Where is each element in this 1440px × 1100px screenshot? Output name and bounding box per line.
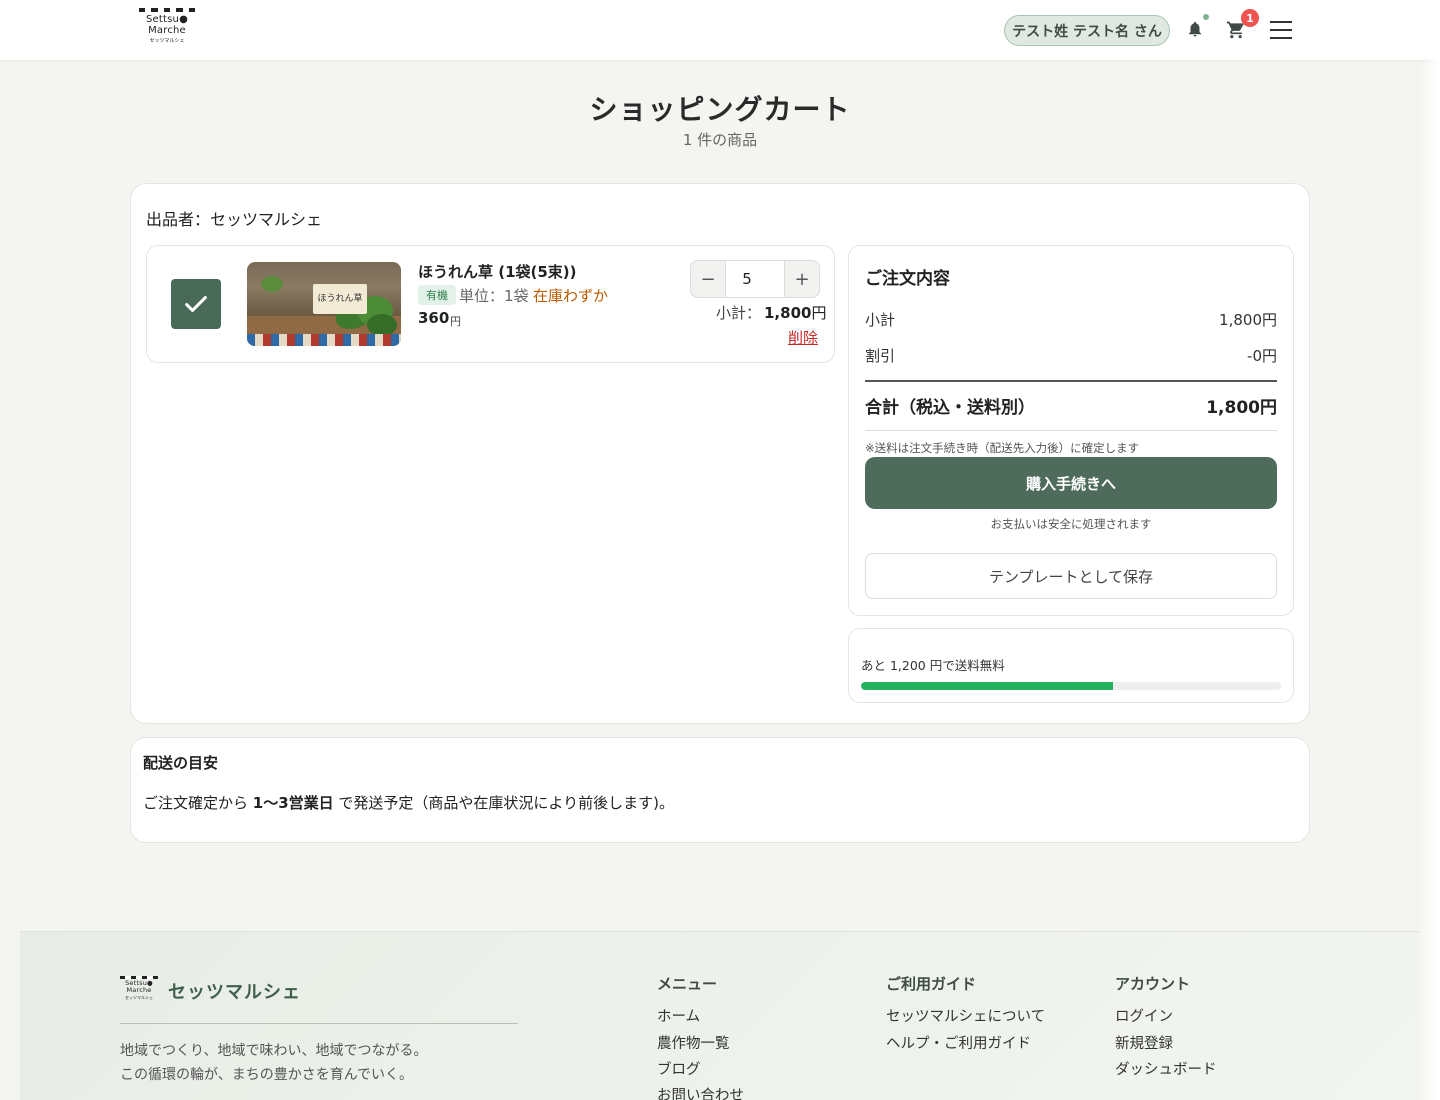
footer-link-dashboard[interactable]: ダッシュボード: [1115, 1058, 1217, 1079]
hamburger-menu-icon[interactable]: [1270, 21, 1292, 39]
shipping-note: ※送料は注文手続き時（配送先入力後）に確定します: [865, 441, 1140, 455]
footer-link-home[interactable]: ホーム: [657, 1005, 700, 1026]
product-thumbnail[interactable]: ほうれん草: [247, 262, 401, 346]
low-stock-label: 在庫わずか: [533, 287, 609, 305]
page-title: ショッピングカート: [589, 93, 851, 126]
logo-line2: Marche: [148, 25, 186, 36]
item-select-checkbox[interactable]: [171, 279, 221, 329]
delivery-title: 配送の目安: [143, 754, 219, 772]
summary-divider-light: [865, 430, 1277, 431]
logo-awning: [139, 8, 195, 12]
footer-link-contact[interactable]: お問い合わせ: [657, 1084, 744, 1100]
footer-brand: セッツマルシェ: [168, 982, 301, 1003]
footer-logo-line2: Marche: [126, 986, 152, 994]
footer-tagline-line1: 地域でつくり、地域で味わい、地域でつながる。: [120, 1043, 428, 1059]
free-shipping-text: あと 1,200 円で送料無料: [861, 658, 1005, 673]
logo-line1: Settsu●: [145, 14, 188, 25]
bell-icon[interactable]: [1186, 20, 1204, 38]
item-price-unit: 円: [450, 315, 461, 328]
summary-total-value: 1,800円: [1206, 398, 1277, 418]
free-shipping-progress: [861, 682, 1281, 690]
item-unit: 単位：1袋: [459, 287, 529, 305]
footer-link-crops[interactable]: 農作物一覧: [657, 1032, 730, 1053]
site-header: Settsu● Marche セッツマルシェ テスト姓 テスト名 さん 1: [0, 0, 1440, 60]
item-subtotal-unit: 円: [811, 304, 827, 322]
delete-item-link[interactable]: 削除: [788, 327, 818, 348]
order-summary-title: ご注文内容: [865, 269, 950, 289]
footer-logo[interactable]: Settsu● Marche セッツマルシェ: [120, 976, 158, 1002]
notification-dot: [1203, 14, 1209, 20]
footer-menu-title: メニュー: [657, 975, 718, 993]
summary-discount-label: 割引: [865, 347, 896, 365]
item-name[interactable]: ほうれん草 (1袋(5束)): [418, 261, 577, 282]
quantity-decrease-button[interactable]: −: [690, 260, 726, 298]
summary-subtotal-value: 1,800円: [1219, 311, 1277, 329]
footer-divider: [120, 1023, 518, 1024]
delivery-days: 1〜3営業日: [252, 794, 334, 812]
thumb-sign: ほうれん草: [313, 284, 367, 314]
summary-subtotal-label: 小計: [865, 311, 896, 329]
item-subtotal-value: 1,800: [764, 304, 812, 322]
footer-link-about[interactable]: セッツマルシェについて: [886, 1005, 1045, 1026]
thumb-leaf: [367, 314, 397, 336]
thumb-cloth: [247, 334, 401, 346]
summary-total-label: 合計（税込・送料別）: [865, 398, 1035, 418]
summary-divider: [865, 380, 1277, 382]
item-price: 360: [418, 309, 450, 327]
save-template-button[interactable]: テンプレートとして保存: [865, 553, 1277, 599]
footer-link-login[interactable]: ログイン: [1115, 1005, 1173, 1026]
edge-fade: [1418, 0, 1440, 1100]
item-subtotal: 1,800円: [764, 302, 826, 323]
footer-logo-sub: セッツマルシェ: [125, 995, 153, 1000]
footer-link-register[interactable]: 新規登録: [1115, 1032, 1173, 1053]
summary-discount-value: -0円: [1247, 347, 1277, 365]
thumb-leaf: [261, 276, 283, 292]
delivery-text-before: ご注文確定から: [143, 794, 253, 812]
free-shipping-progress-fill: [861, 682, 1113, 690]
checkout-button[interactable]: 購入手続きへ: [865, 457, 1277, 509]
footer-tagline-line2: この循環の輪が、まちの豊かさを育んでいく。: [120, 1067, 414, 1083]
quantity-input[interactable]: 5: [726, 260, 768, 298]
footer-guide-title: ご利用ガイド: [886, 975, 977, 993]
delivery-estimate-panel: [130, 737, 1310, 843]
delivery-text: ご注文確定から 1〜3営業日 で発送予定（商品や在庫状況により前後します)。: [143, 792, 674, 813]
footer-link-help[interactable]: ヘルプ・ご利用ガイド: [886, 1032, 1031, 1053]
seller-label: 出品者：セッツマルシェ: [146, 210, 323, 229]
site-logo[interactable]: Settsu● Marche セッツマルシェ: [139, 8, 195, 50]
cart-count-badge: 1: [1241, 9, 1259, 27]
footer-account-title: アカウント: [1115, 975, 1191, 993]
logo-sub: セッツマルシェ: [149, 38, 185, 44]
footer-tagline: 地域でつくり、地域で味わい、地域でつながる。 この循環の輪が、まちの豊かさを育ん…: [120, 1039, 427, 1087]
item-subtotal-label: 小計：: [716, 304, 762, 322]
user-menu-button[interactable]: テスト姓 テスト名 さん: [1004, 15, 1170, 46]
secure-payment-note: お支払いは安全に処理されます: [990, 517, 1152, 531]
organic-badge: 有機: [418, 285, 456, 305]
check-icon: [185, 296, 207, 312]
item-count: 1 件の商品: [682, 131, 758, 149]
quantity-increase-button[interactable]: +: [784, 260, 820, 298]
footer-link-blog[interactable]: ブログ: [657, 1058, 701, 1079]
delivery-text-after: で発送予定（商品や在庫状況により前後します)。: [333, 794, 674, 812]
